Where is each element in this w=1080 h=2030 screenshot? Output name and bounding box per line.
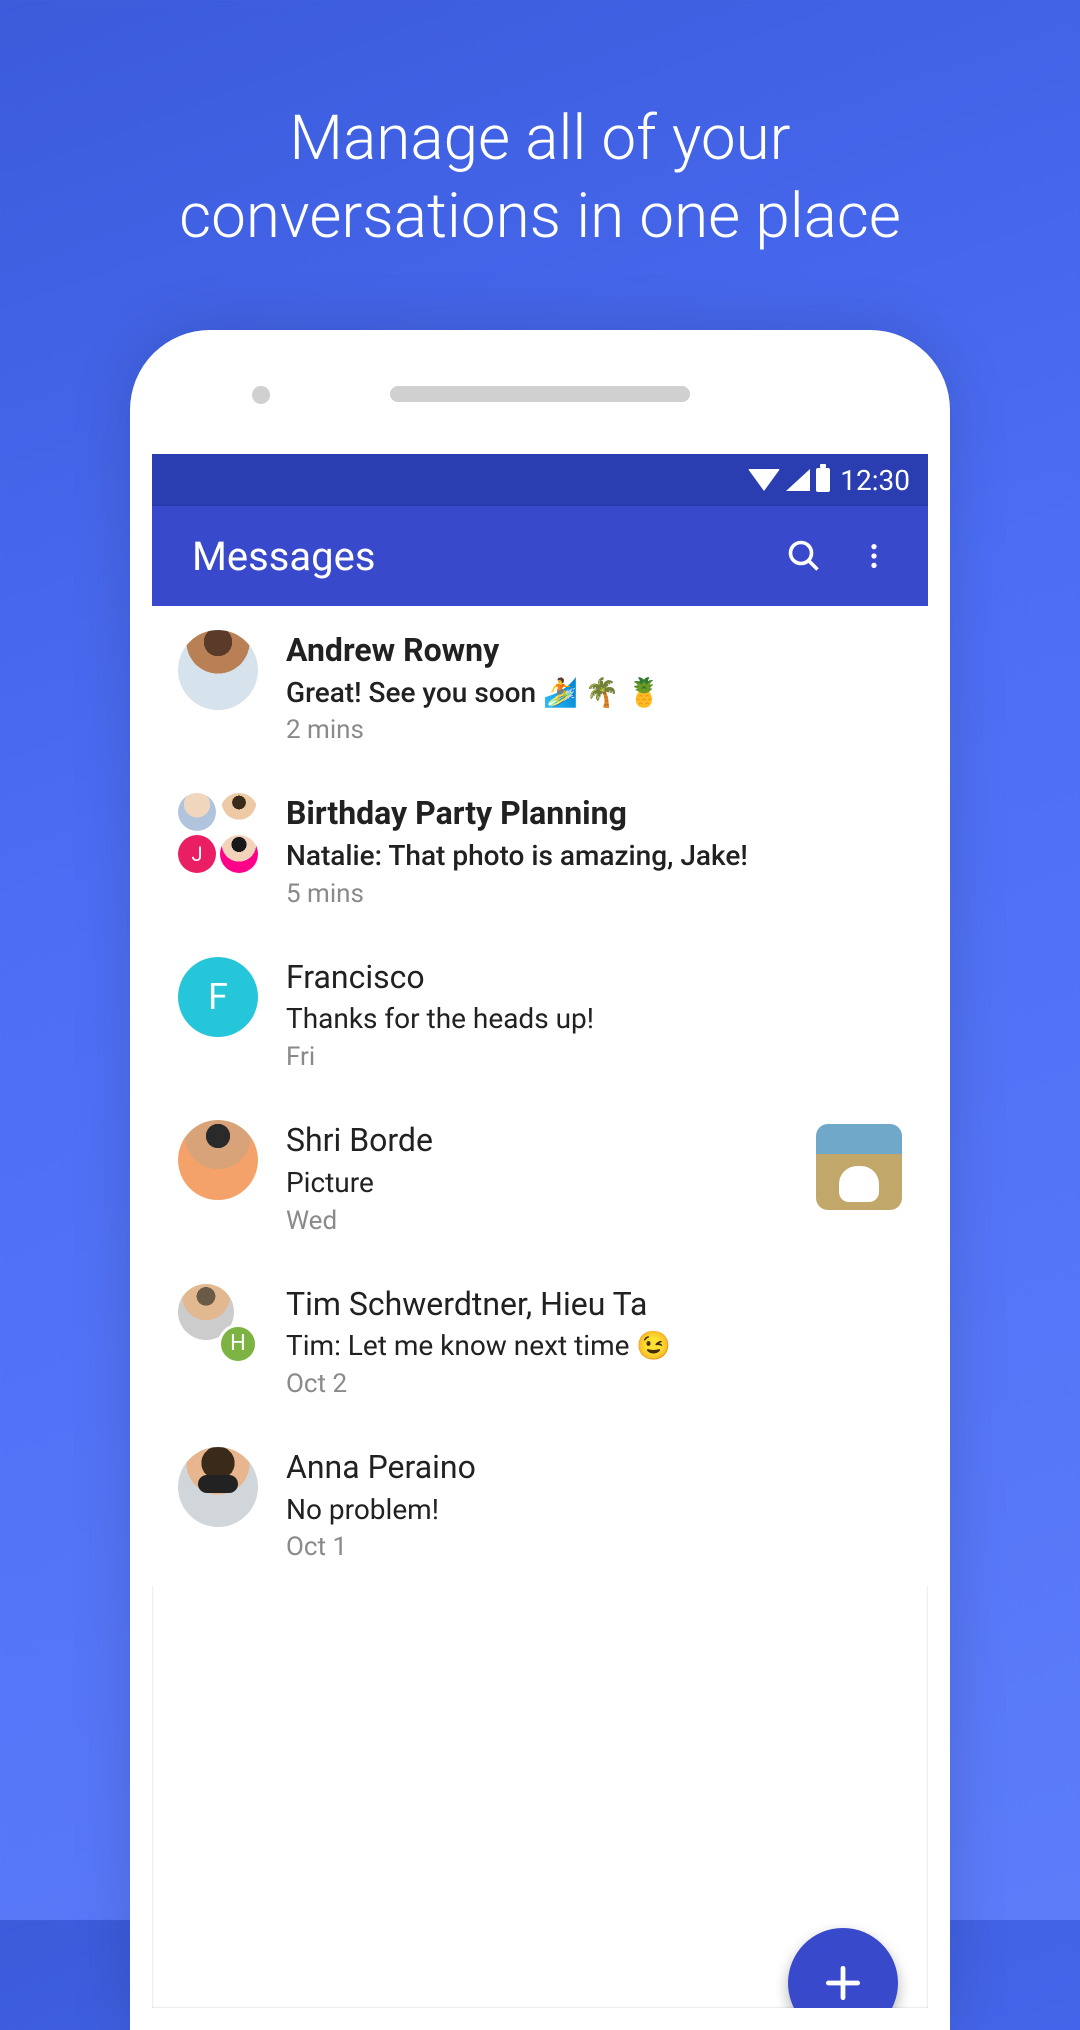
conversation-time: 5 mins (286, 879, 902, 909)
phone-speaker-slot (390, 386, 690, 402)
conversation-preview: No problem! (286, 1491, 902, 1529)
conversation-time: Wed (286, 1206, 788, 1236)
conversation-name: Anna Peraino (286, 1447, 902, 1489)
wifi-icon (748, 469, 780, 491)
battery-icon (816, 468, 830, 492)
search-button[interactable] (774, 526, 834, 586)
conversation-item[interactable]: F Francisco Thanks for the heads up! Fri (152, 933, 928, 1096)
conversation-preview: Natalie: That photo is amazing, Jake! (286, 837, 902, 875)
duo-avatar: H (178, 1284, 258, 1364)
conversation-time: Oct 2 (286, 1369, 902, 1399)
conversation-name: Francisco (286, 957, 902, 999)
avatar-letter: F (178, 957, 258, 1037)
status-time: 12:30 (840, 464, 910, 497)
avatar (178, 1447, 258, 1527)
conversation-item[interactable]: Shri Borde Picture Wed (152, 1096, 928, 1259)
promo-title-line2: conversations in one place (80, 178, 1000, 256)
cell-signal-icon (786, 469, 810, 491)
conversation-time: 2 mins (286, 715, 902, 745)
more-vertical-icon (858, 540, 890, 572)
phone-frame: 12:30 Messages (130, 330, 950, 2030)
conversation-name: Shri Borde (286, 1120, 788, 1162)
conversation-name: Andrew Rowny (286, 630, 902, 672)
conversation-list[interactable]: Andrew Rowny Great! See you soon 🏄 🌴 🍍 2… (152, 606, 928, 1586)
conversation-time: Fri (286, 1042, 902, 1072)
message-thumbnail[interactable] (816, 1124, 902, 1210)
compose-fab[interactable] (788, 1928, 898, 2008)
promo-title-line1: Manage all of your (80, 100, 1000, 178)
conversation-name: Tim Schwerdtner, Hieu Ta (286, 1284, 902, 1326)
promo-title: Manage all of your conversations in one … (0, 0, 1080, 255)
conversation-item[interactable]: Andrew Rowny Great! See you soon 🏄 🌴 🍍 2… (152, 606, 928, 769)
search-icon (786, 538, 822, 574)
plus-icon (821, 1961, 865, 2005)
avatar (178, 1120, 258, 1200)
phone-camera-dot (252, 386, 270, 404)
conversation-time: Oct 1 (286, 1532, 902, 1562)
conversation-item[interactable]: J Birthday Party Planning Natalie: That … (152, 769, 928, 932)
conversation-preview: Tim: Let me know next time 😉 (286, 1327, 902, 1365)
more-menu-button[interactable] (844, 526, 904, 586)
conversation-name: Birthday Party Planning (286, 793, 902, 835)
app-title: Messages (192, 533, 764, 580)
phone-screen: 12:30 Messages (152, 454, 928, 2008)
conversation-item[interactable]: H Tim Schwerdtner, Hieu Ta Tim: Let me k… (152, 1260, 928, 1423)
conversation-preview: Picture (286, 1164, 788, 1202)
group-avatar: J (178, 793, 258, 873)
conversation-item[interactable]: Anna Peraino No problem! Oct 1 (152, 1423, 928, 1586)
status-bar: 12:30 (152, 454, 928, 506)
avatar (178, 630, 258, 710)
conversation-preview: Thanks for the heads up! (286, 1000, 902, 1038)
conversation-preview: Great! See you soon 🏄 🌴 🍍 (286, 674, 902, 712)
app-bar: Messages (152, 506, 928, 606)
